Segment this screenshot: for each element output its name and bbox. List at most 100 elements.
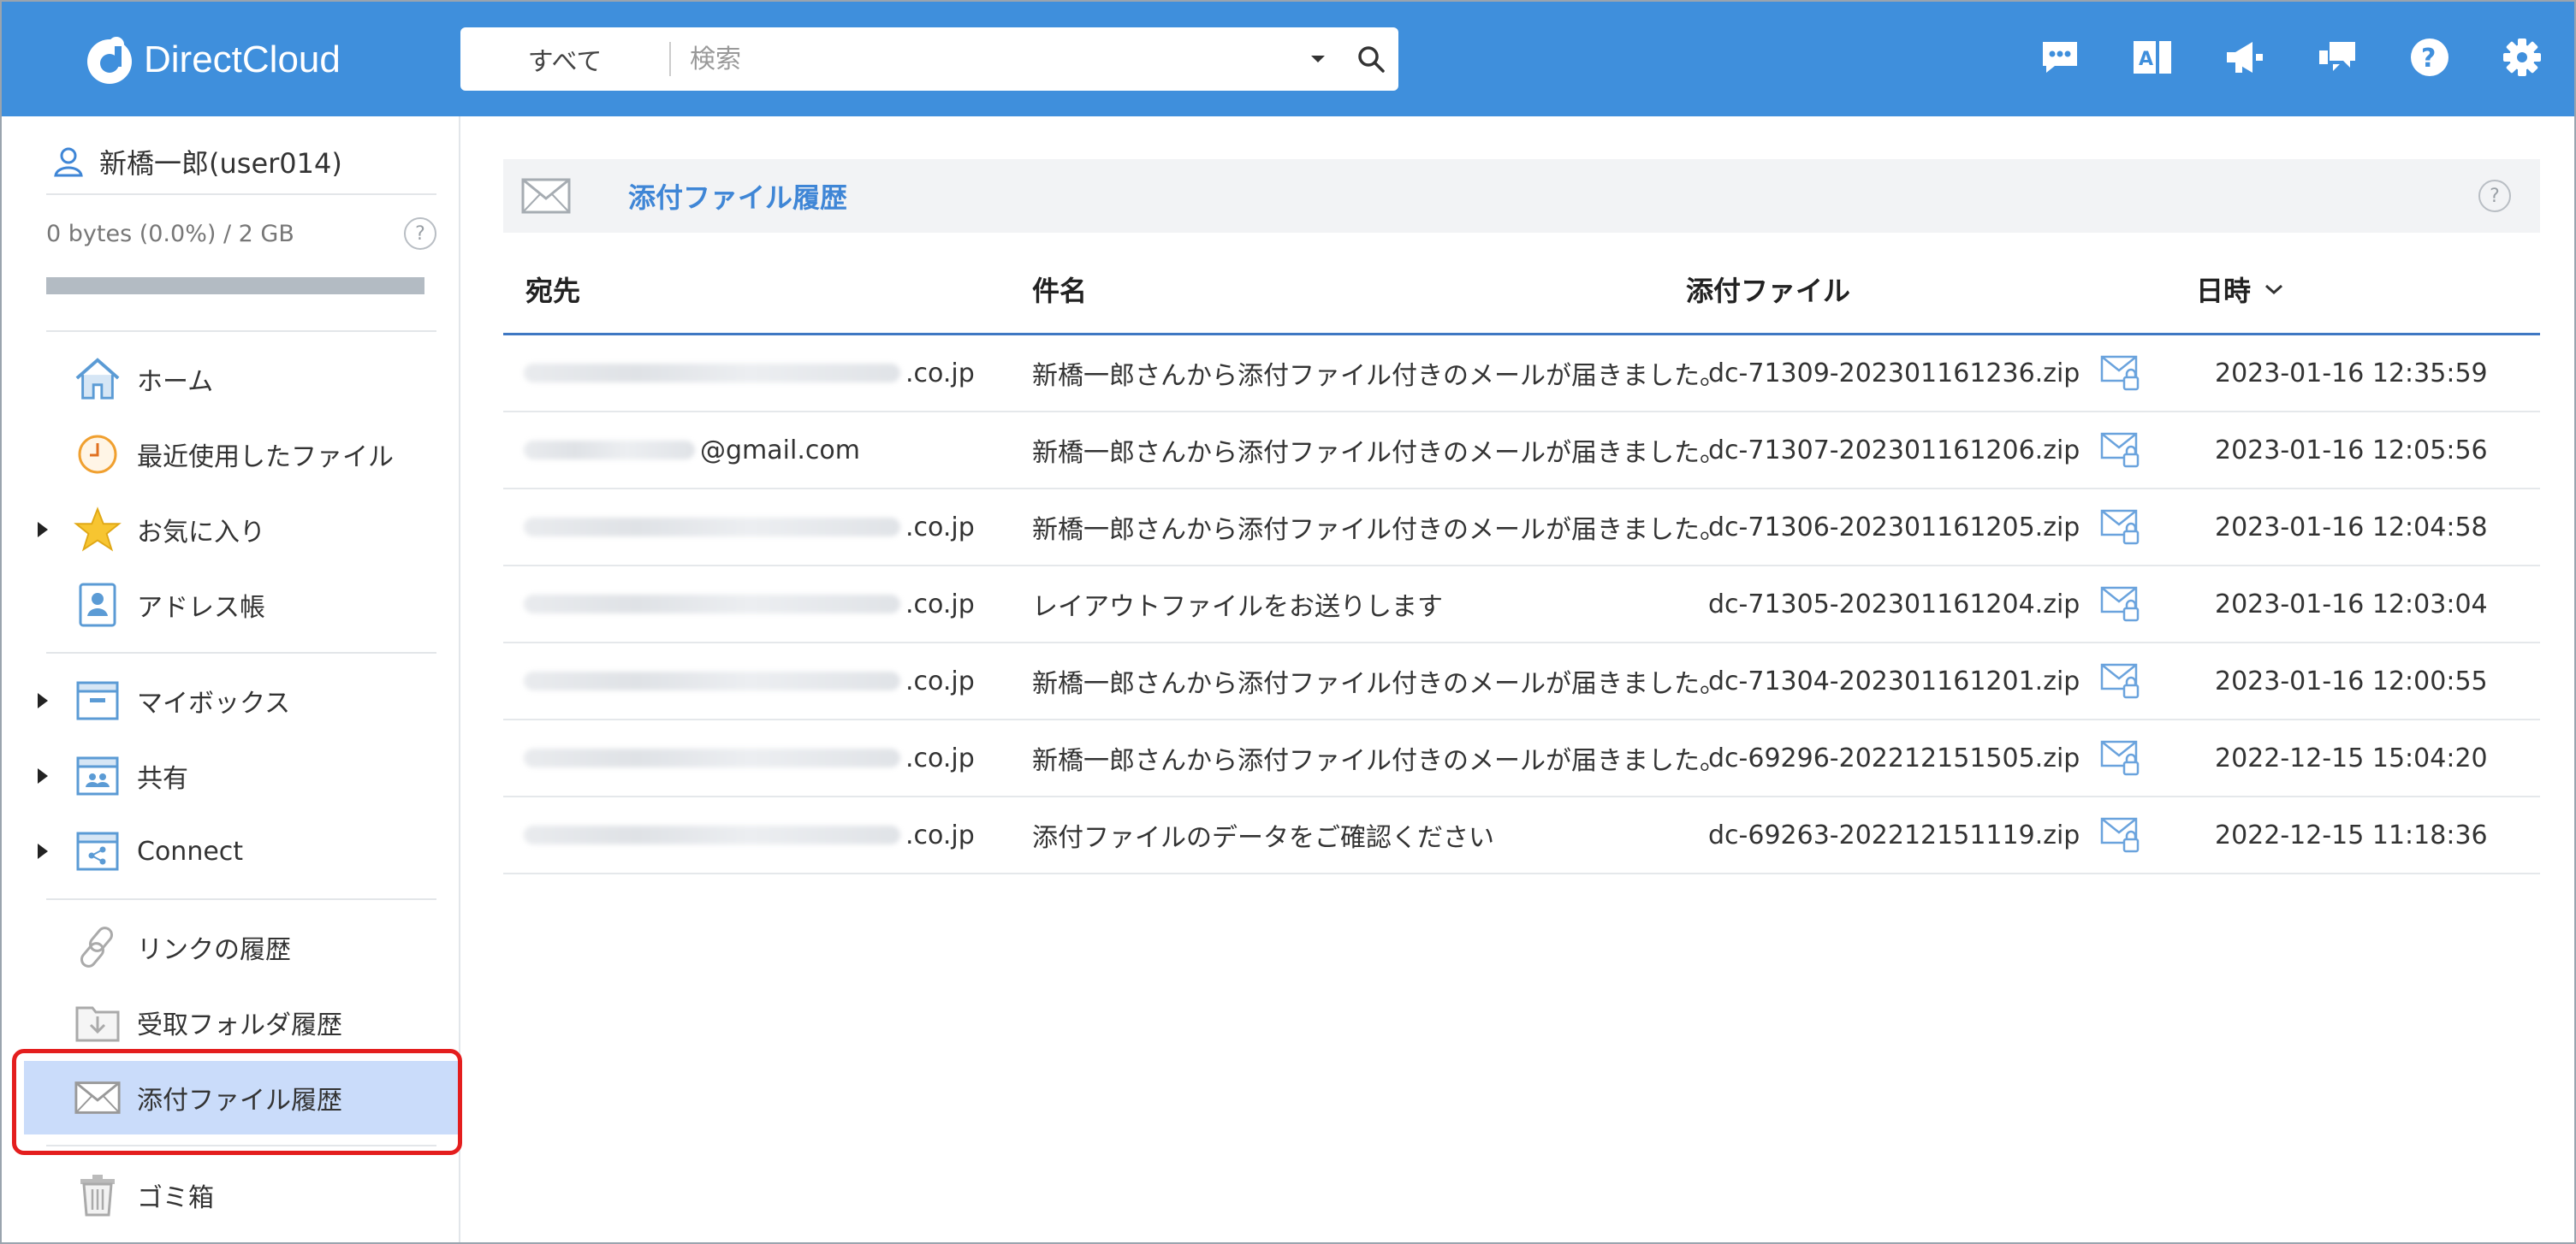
clock-icon: [74, 430, 122, 478]
app-window: DirectCloud すべて A: [0, 0, 2576, 1244]
table-row[interactable]: .co.jp レイアウトファイルをお送りします dc-71305-2023011…: [503, 566, 2540, 643]
announcement-button[interactable]: [2223, 36, 2266, 79]
table-row[interactable]: .co.jp 添付ファイルのデータをご確認ください dc-69263-20221…: [503, 797, 2540, 874]
column-header-date[interactable]: 日時: [2196, 270, 2285, 309]
search-input[interactable]: [671, 44, 1292, 74]
sidebar-item-label: 共有: [137, 764, 188, 794]
cell-date: 2023-01-16 12:35:59: [2215, 358, 2488, 388]
redacted-address: [524, 672, 900, 690]
expand-caret-icon[interactable]: [38, 522, 48, 537]
cell-text: .co.jp: [905, 743, 975, 773]
logo-text: DirectCloud: [144, 39, 341, 80]
table-row[interactable]: .co.jp 新橋一郎さんから添付ファイル付きのメールが届きました。 dc-69…: [503, 720, 2540, 797]
file-link[interactable]: dc-71307-202301161206.zip: [1708, 435, 2080, 465]
cell-date: 2023-01-16 12:00:55: [2215, 666, 2488, 696]
file-link[interactable]: dc-71309-202301161236.zip: [1708, 358, 2080, 388]
file-link[interactable]: dc-69296-202212151505.zip: [1708, 743, 2080, 773]
translate-icon: A: [2134, 41, 2171, 74]
sidebar-item-recent[interactable]: 最近使用したファイル: [14, 418, 460, 491]
column-header-subject[interactable]: 件名: [1032, 270, 1087, 309]
sidebar-item-mybox[interactable]: マイボックス: [14, 664, 460, 738]
toolbar-icons: A ?: [2039, 36, 2543, 79]
cell-to: .co.jp: [524, 489, 975, 565]
caret-down-icon: [1311, 56, 1325, 62]
cell-text: .co.jp: [905, 666, 975, 696]
file-link[interactable]: dc-71304-202301161201.zip: [1708, 666, 2080, 696]
file-link[interactable]: dc-71306-202301161205.zip: [1708, 512, 2080, 542]
sidebar-item-connect[interactable]: Connect: [14, 815, 460, 888]
page-title: 添付ファイル履歴: [628, 181, 848, 214]
sidebar-item-label: ホーム: [137, 367, 214, 397]
cell-text: .co.jp: [905, 358, 975, 388]
cell-subject: 添付ファイルのデータをご確認ください: [1032, 823, 1494, 853]
table-row[interactable]: .co.jp 新橋一郎さんから添付ファイル付きのメールが届きました。 dc-71…: [503, 335, 2540, 412]
announcement-icon: [2227, 42, 2263, 73]
nav-divider: [46, 330, 436, 332]
cell-date: 2022-12-15 11:18:36: [2215, 820, 2488, 850]
sidebar-item-trash[interactable]: ゴミ箱: [14, 1158, 460, 1232]
table-row[interactable]: @gmail.com 新橋一郎さんから添付ファイル付きのメールが届きました。 d…: [503, 412, 2540, 489]
logo[interactable]: DirectCloud: [84, 33, 341, 87]
cell-file: dc-69296-202212151505.zip: [1708, 720, 2143, 796]
chat-button[interactable]: [2039, 36, 2081, 79]
cell-date: 2023-01-16 12:05:56: [2215, 435, 2488, 465]
mail-lock-icon[interactable]: [2100, 353, 2143, 393]
column-header-file[interactable]: 添付ファイル: [1686, 270, 1850, 309]
nav-divider: [46, 652, 436, 654]
mail-lock-icon[interactable]: [2100, 738, 2143, 778]
cell-subject: レイアウトファイルをお送りします: [1032, 592, 1443, 622]
column-header-label: 日時: [2196, 274, 2252, 307]
sidebar-item-label: お気に入り: [137, 518, 265, 548]
mail-lock-icon[interactable]: [2100, 661, 2143, 701]
quota-help-icon[interactable]: ?: [404, 217, 436, 250]
sidebar-item-home[interactable]: ホーム: [14, 342, 460, 416]
mail-lock-icon[interactable]: [2100, 507, 2143, 547]
quota-row: 0 bytes (0.0%) / 2 GB ?: [46, 193, 436, 250]
cell-to: .co.jp: [524, 643, 975, 719]
sidebar-item-address-book[interactable]: アドレス帳: [14, 568, 460, 642]
expand-caret-icon[interactable]: [38, 844, 48, 859]
quota-text: 0 bytes (0.0%) / 2 GB: [46, 220, 294, 247]
sort-chevron-down-icon: [2265, 284, 2283, 294]
settings-button[interactable]: [2501, 36, 2543, 79]
redacted-address: [524, 749, 900, 767]
link-icon: [74, 923, 122, 971]
search-scope-select[interactable]: すべて: [460, 40, 669, 78]
sidebar-item-label: Connect: [137, 836, 244, 867]
help-icon: ?: [2411, 39, 2448, 76]
sidebar-item-label: 最近使用したファイル: [137, 442, 394, 472]
cloud-logo-icon: [87, 37, 132, 84]
help-button[interactable]: ?: [2408, 36, 2451, 79]
cell-date: 2023-01-16 12:04:58: [2215, 512, 2488, 542]
expand-caret-icon[interactable]: [38, 768, 48, 784]
mail-lock-icon[interactable]: [2100, 815, 2143, 855]
feedback-button[interactable]: [2316, 36, 2359, 79]
translate-button[interactable]: A: [2131, 36, 2174, 79]
mail-lock-icon[interactable]: [2100, 584, 2143, 624]
table-row[interactable]: .co.jp 新橋一郎さんから添付ファイル付きのメールが届きました。 dc-71…: [503, 643, 2540, 720]
file-link[interactable]: dc-71305-202301161204.zip: [1708, 589, 2080, 619]
sidebar-item-link-history[interactable]: リンクの履歴: [14, 910, 460, 984]
sidebar-item-label: ゴミ箱: [137, 1183, 214, 1213]
cell-date: 2023-01-16 12:03:04: [2215, 589, 2488, 619]
table-row[interactable]: .co.jp 新橋一郎さんから添付ファイル付きのメールが届きました。 dc-71…: [503, 489, 2540, 566]
cell-subject: 新橋一郎さんから添付ファイル付きのメールが届きました。: [1032, 438, 1725, 468]
file-link[interactable]: dc-69263-202212151119.zip: [1708, 820, 2080, 850]
sidebar-item-shared[interactable]: 共有: [14, 739, 460, 813]
mail-lock-icon[interactable]: [2100, 430, 2143, 470]
search-options-dropdown[interactable]: [1292, 54, 1344, 64]
expand-caret-icon[interactable]: [38, 693, 48, 708]
redacted-address: [524, 595, 900, 613]
cell-text: @gmail.com: [700, 435, 860, 465]
user-info[interactable]: 新橋一郎(user014): [51, 142, 342, 181]
attachment-table: 宛先 件名 添付ファイル 日時 .co.jp 新橋一郎さんから添付ファイル付きの…: [503, 245, 2540, 874]
search-bar: すべて: [460, 27, 1398, 91]
home-icon: [74, 355, 122, 403]
column-header-to[interactable]: 宛先: [525, 270, 580, 309]
search-button[interactable]: [1344, 44, 1398, 74]
chat-icon: [2043, 42, 2077, 73]
quota-progress-bar: [46, 277, 424, 294]
page-help-icon[interactable]: ?: [2478, 180, 2511, 212]
cell-to: @gmail.com: [524, 412, 860, 488]
sidebar-item-favorites[interactable]: お気に入り: [14, 493, 460, 566]
